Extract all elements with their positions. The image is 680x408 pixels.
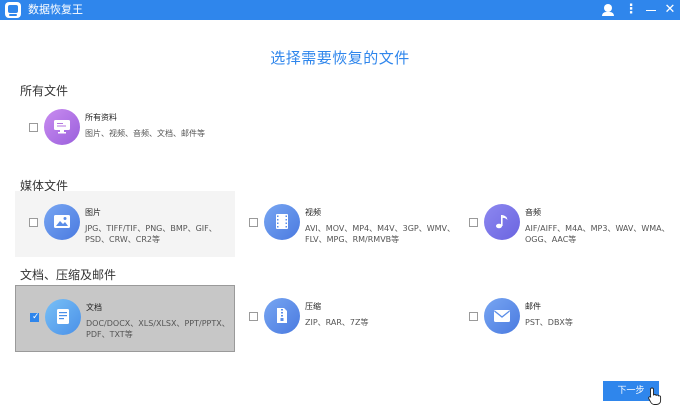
hand-cursor-icon: [648, 387, 662, 405]
card-name: 文档: [86, 303, 102, 312]
checkbox-documents[interactable]: ✓: [30, 312, 40, 322]
card-name: 音频: [525, 208, 541, 217]
card-email[interactable]: 邮件 PST、DBX等: [455, 285, 675, 351]
checkbox-audio[interactable]: [469, 218, 478, 227]
music-note-icon: [496, 215, 508, 229]
card-desc: PST、DBX等: [525, 318, 573, 327]
app-title: 数据恢复王: [28, 3, 83, 16]
card-desc: ZIP、RAR、7Z等: [305, 318, 369, 327]
monitor-icon: [54, 120, 70, 134]
card-desc: 图片、视频、音频、文档、邮件等: [85, 129, 205, 138]
all-data-circle: [44, 109, 80, 145]
checkbox-video[interactable]: [249, 218, 258, 227]
card-name: 图片: [85, 208, 101, 217]
document-icon: [57, 309, 69, 324]
title-bar: 数据恢复王 ⋮ ✕: [0, 0, 680, 20]
email-circle: [484, 298, 520, 334]
card-video[interactable]: 视频 AVI、MOV、MP4、M4V、3GP、WMV、FLV、MPG、RM/RM…: [235, 191, 455, 257]
audio-circle: [484, 204, 520, 240]
card-desc: JPG、TIFF/TIF、PNG、BMP、GIF、PSD、CRW、CR2等: [85, 224, 217, 244]
checkbox-all-data[interactable]: [29, 123, 38, 132]
checkbox-archive[interactable]: [249, 312, 258, 321]
video-circle: [264, 204, 300, 240]
card-documents[interactable]: ✓ 文档 DOC/DOCX、XLS/XLSX、PPT/PPTX、PDF、TXT等: [15, 285, 235, 352]
zip-file-icon: [277, 308, 287, 323]
card-pictures[interactable]: 图片 JPG、TIFF/TIF、PNG、BMP、GIF、PSD、CRW、CR2等: [15, 191, 235, 257]
card-all-data[interactable]: 所有资料 图片、视频、音频、文档、邮件等: [15, 96, 235, 162]
page-title: 选择需要恢复的文件: [270, 49, 410, 67]
card-archive[interactable]: 压缩 ZIP、RAR、7Z等: [235, 285, 455, 351]
card-desc: DOC/DOCX、XLS/XLSX、PPT/PPTX、PDF、TXT等: [86, 319, 230, 339]
card-name: 压缩: [305, 302, 321, 311]
close-icon[interactable]: ✕: [660, 1, 680, 19]
card-desc: AIF/AIFF、M4A、MP3、WAV、WMA、OGG、AAC等: [525, 224, 670, 244]
card-name: 视频: [305, 208, 321, 217]
documents-circle: [45, 299, 81, 335]
menu-icon[interactable]: ⋮: [621, 1, 641, 19]
checkbox-email[interactable]: [469, 312, 478, 321]
section-label-documents: 文档、压缩及邮件: [20, 268, 117, 282]
user-account-icon[interactable]: [598, 1, 618, 19]
card-desc: AVI、MOV、MP4、M4V、3GP、WMV、FLV、MPG、RM/RMVB等: [305, 224, 456, 244]
app-logo-icon: [5, 2, 21, 18]
pictures-circle: [44, 204, 80, 240]
minimize-icon[interactable]: [641, 1, 661, 19]
card-name: 邮件: [525, 302, 541, 311]
archive-circle: [264, 298, 300, 334]
card-name: 所有资料: [85, 113, 117, 122]
envelope-icon: [494, 310, 510, 322]
film-icon: [276, 214, 288, 229]
picture-icon: [54, 215, 70, 228]
checkbox-pictures[interactable]: [29, 218, 38, 227]
card-audio[interactable]: 音频 AIF/AIFF、M4A、MP3、WAV、WMA、OGG、AAC等: [455, 191, 675, 257]
